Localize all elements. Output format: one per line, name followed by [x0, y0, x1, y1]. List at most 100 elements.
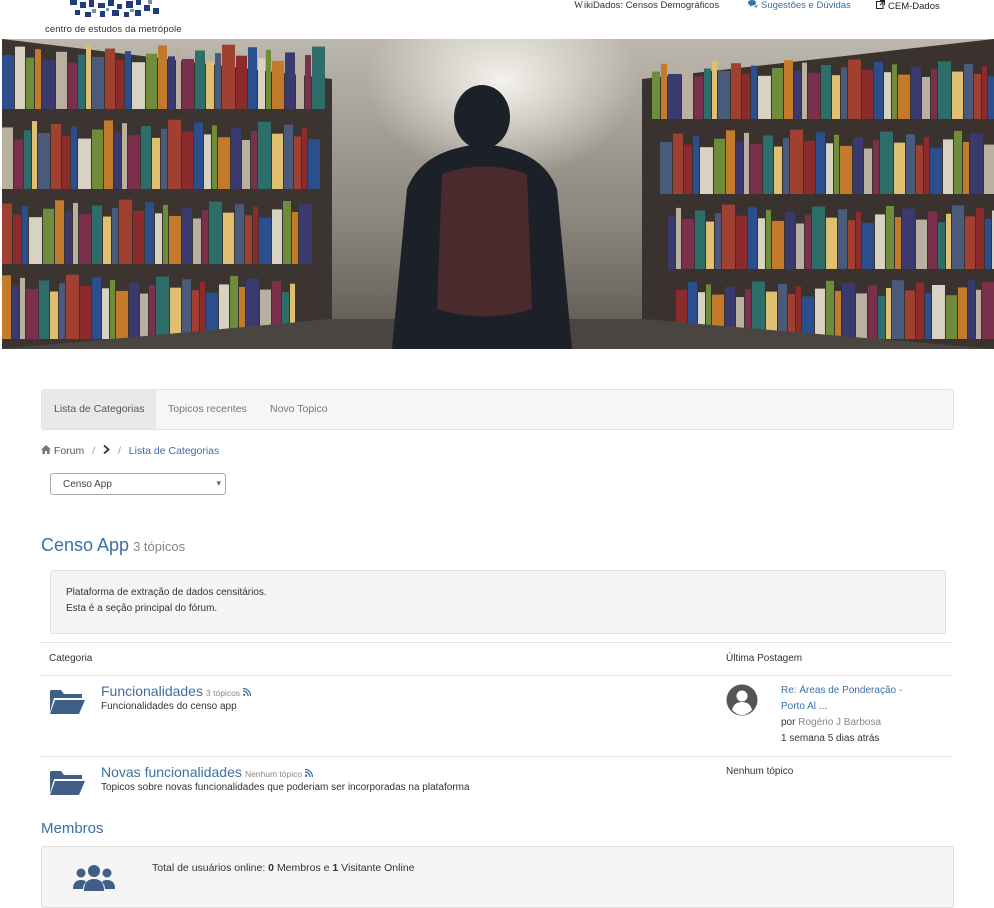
author-link[interactable]: Rogério J Barbosa — [798, 717, 881, 728]
page-title: Censo App 3 tópicos — [41, 535, 185, 556]
book-spine — [714, 138, 725, 194]
book-spine — [308, 139, 320, 189]
book-spine — [294, 136, 301, 189]
book-spine — [853, 137, 863, 194]
book-spine — [62, 135, 70, 189]
tab-novo-topico[interactable]: Novo Topico — [258, 390, 340, 429]
book-spine — [816, 132, 825, 194]
book-spine — [985, 218, 991, 269]
column-header-ultima-postagem: Última Postagem — [726, 653, 803, 664]
rss-icon[interactable] — [243, 687, 252, 698]
forum-description: Funcionalidades do censo app — [101, 701, 237, 712]
book-spine — [299, 203, 312, 264]
no-topic-label: Nenhum tópico — [726, 766, 794, 777]
nav-link-sugestoes[interactable]: Sugestões e Dúvidas — [748, 0, 851, 12]
book-spine — [78, 54, 85, 109]
book-spine — [56, 51, 67, 109]
book-spine — [884, 72, 891, 119]
book-spine — [840, 145, 852, 194]
book-spine — [236, 55, 247, 109]
book-spine — [13, 214, 21, 264]
book-spine — [35, 49, 41, 109]
category-topic-count: 3 tópicos — [133, 539, 186, 554]
forum-link-novas-funcionalidades[interactable]: Novas funcionalidades — [101, 764, 242, 780]
breadcrumb-separator: / — [117, 445, 121, 457]
book-spine — [878, 295, 885, 339]
book-spine — [218, 137, 230, 189]
book-spine — [783, 138, 789, 194]
book-spine — [170, 287, 181, 339]
members-online-count: 0 — [268, 862, 275, 874]
book-spine — [59, 283, 65, 339]
nav-link-cem-dados[interactable]: CEM-Dados — [876, 0, 940, 12]
book-spine — [826, 217, 837, 269]
book-spine — [774, 146, 782, 194]
book-spine — [874, 62, 883, 119]
book-spine — [905, 290, 915, 339]
book-spine — [129, 282, 139, 339]
avatar[interactable] — [726, 684, 758, 719]
comments-icon — [748, 0, 758, 11]
book-spine — [26, 288, 38, 339]
book-spine — [272, 209, 282, 264]
book-spine — [842, 283, 855, 339]
nav-link-wikidados[interactable]: WikiDados: Censos Demográficos — [574, 0, 719, 12]
book-spine — [39, 280, 49, 339]
book-spine — [712, 60, 717, 119]
book-spine — [132, 62, 145, 109]
book-spine — [176, 47, 181, 109]
book-spine — [55, 200, 64, 264]
rss-icon[interactable] — [305, 768, 314, 779]
book-spine — [168, 56, 175, 109]
external-link-icon — [876, 0, 885, 12]
forum-row: Funcionalidades 3 tópicos — [101, 683, 252, 699]
breadcrumb-current[interactable]: Lista de Categorias — [129, 445, 219, 457]
visitors-online-count: 1 — [332, 862, 339, 874]
book-spine — [856, 211, 861, 269]
hero-banner-image — [2, 39, 994, 349]
book-spine — [902, 208, 915, 269]
book-spine — [930, 147, 942, 194]
book-spine — [748, 207, 757, 269]
members-title: Membros — [41, 820, 104, 837]
book-spine — [895, 217, 901, 269]
book-spine — [42, 60, 55, 109]
book-spine — [215, 53, 221, 109]
book-spine — [248, 47, 257, 109]
book-spine — [736, 215, 747, 269]
book-spine — [693, 136, 699, 194]
book-spine — [2, 203, 12, 264]
book-spine — [200, 281, 205, 339]
site-logo[interactable]: centro de estudos da metrópole — [40, 0, 185, 38]
book-spine — [668, 74, 681, 119]
book-spine — [79, 213, 91, 264]
topic-count: 3 tópicos — [206, 688, 241, 698]
book-spine — [193, 218, 201, 264]
book-spine — [312, 46, 325, 109]
book-spine — [152, 137, 160, 189]
book-spine — [284, 124, 293, 189]
tab-topicos-recentes[interactable]: Topicos recentes — [156, 390, 259, 429]
book-spine — [924, 136, 929, 194]
forum-link-funcionalidades[interactable]: Funcionalidades — [101, 683, 203, 699]
last-post-link[interactable]: Re: Áreas de Ponderação - Porto Al ... — [781, 683, 902, 715]
breadcrumb-forum-link[interactable]: Forum — [54, 445, 84, 457]
chevron-right-icon[interactable] — [103, 444, 113, 457]
folder-open-icon — [49, 769, 85, 800]
book-spine — [104, 120, 113, 189]
category-select[interactable]: Censo App ▾ — [50, 473, 226, 495]
book-spine — [963, 142, 969, 194]
tab-lista-de-categorias[interactable]: Lista de Categorias — [42, 390, 157, 429]
description-line: Esta é a seção principal do fórum. — [66, 603, 218, 614]
book-spine — [251, 130, 257, 189]
book-spine — [182, 131, 193, 189]
book-spine — [785, 212, 795, 269]
library-photo — [2, 39, 994, 349]
online-users-text: Total de usuários online: 0 Membros e 1 … — [152, 862, 415, 874]
column-header-categoria: Categoria — [49, 653, 93, 664]
book-spine — [906, 134, 915, 194]
book-spine — [673, 133, 683, 194]
book-spine — [976, 289, 981, 339]
book-spine — [763, 135, 773, 194]
book-spine — [916, 282, 924, 339]
